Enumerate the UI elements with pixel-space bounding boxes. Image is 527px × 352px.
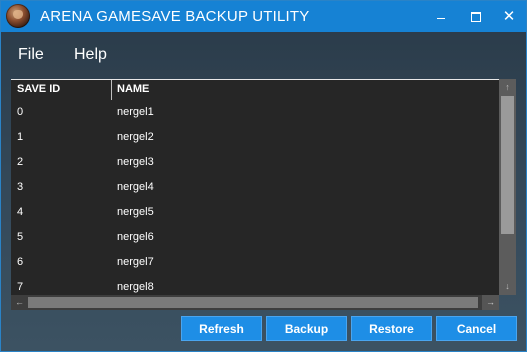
table-row[interactable]: 5 nergel6: [11, 226, 499, 251]
table-row[interactable]: 7 nergel8: [11, 276, 499, 296]
scroll-up-arrow-icon[interactable]: ↑: [499, 79, 516, 96]
table-row[interactable]: 2 nergel3: [11, 151, 499, 176]
vertical-scrollbar[interactable]: ↑ ↓: [499, 79, 516, 295]
name-cell: nergel5: [117, 206, 154, 218]
scroll-right-arrow-icon[interactable]: →: [482, 295, 499, 310]
vertical-scroll-thumb[interactable]: [501, 96, 514, 234]
save-id-cell: 0: [17, 106, 24, 118]
scroll-down-arrow-icon[interactable]: ↓: [499, 278, 516, 295]
restore-button[interactable]: Restore: [351, 316, 432, 341]
menu-help[interactable]: Help: [74, 46, 107, 64]
grid-header: SAVE ID NAME: [11, 80, 499, 100]
backup-button[interactable]: Backup: [266, 316, 347, 341]
scroll-left-arrow-icon[interactable]: ←: [11, 295, 28, 310]
name-cell: nergel6: [117, 231, 154, 243]
minimize-button[interactable]: [424, 1, 458, 32]
name-cell: nergel3: [117, 156, 154, 168]
window-title: ARENA GAMESAVE BACKUP UTILITY: [40, 8, 310, 25]
column-divider[interactable]: [111, 80, 112, 100]
horizontal-scrollbar[interactable]: ←: [11, 295, 499, 310]
save-id-cell: 3: [17, 181, 24, 193]
save-id-cell: 6: [17, 256, 24, 268]
save-id-cell: 1: [17, 131, 24, 143]
table-row[interactable]: 6 nergel7: [11, 251, 499, 276]
column-header-name[interactable]: NAME: [117, 83, 149, 95]
name-cell: nergel8: [117, 281, 154, 293]
name-cell: nergel7: [117, 256, 154, 268]
table-row[interactable]: 1 nergel2: [11, 126, 499, 151]
name-cell: nergel1: [117, 106, 154, 118]
name-cell: nergel2: [117, 131, 154, 143]
save-id-cell: 2: [17, 156, 24, 168]
save-id-cell: 5: [17, 231, 24, 243]
saves-grid[interactable]: SAVE ID NAME 0 nergel1 1 nergel2 2 nerge…: [11, 79, 499, 296]
maximize-button[interactable]: [459, 1, 493, 32]
name-cell: nergel4: [117, 181, 154, 193]
minimize-icon: [437, 18, 445, 20]
scroll-right-button[interactable]: →: [482, 295, 499, 310]
menu-file[interactable]: File: [18, 46, 44, 64]
menu-bar: File Help: [1, 32, 526, 76]
save-id-cell: 4: [17, 206, 24, 218]
maximize-icon: [471, 11, 481, 22]
cancel-button[interactable]: Cancel: [436, 316, 517, 341]
arena-app-icon[interactable]: [6, 4, 30, 28]
table-row[interactable]: 0 nergel1: [11, 101, 499, 126]
horizontal-scroll-thumb[interactable]: [28, 297, 478, 308]
title-bar[interactable]: ARENA GAMESAVE BACKUP UTILITY ✕: [1, 1, 526, 32]
refresh-button[interactable]: Refresh: [181, 316, 262, 341]
table-row[interactable]: 4 nergel5: [11, 201, 499, 226]
table-row[interactable]: 3 nergel4: [11, 176, 499, 201]
save-id-cell: 7: [17, 281, 24, 293]
column-header-save-id[interactable]: SAVE ID: [17, 83, 60, 95]
close-icon: ✕: [502, 8, 516, 25]
close-button[interactable]: ✕: [492, 1, 526, 32]
